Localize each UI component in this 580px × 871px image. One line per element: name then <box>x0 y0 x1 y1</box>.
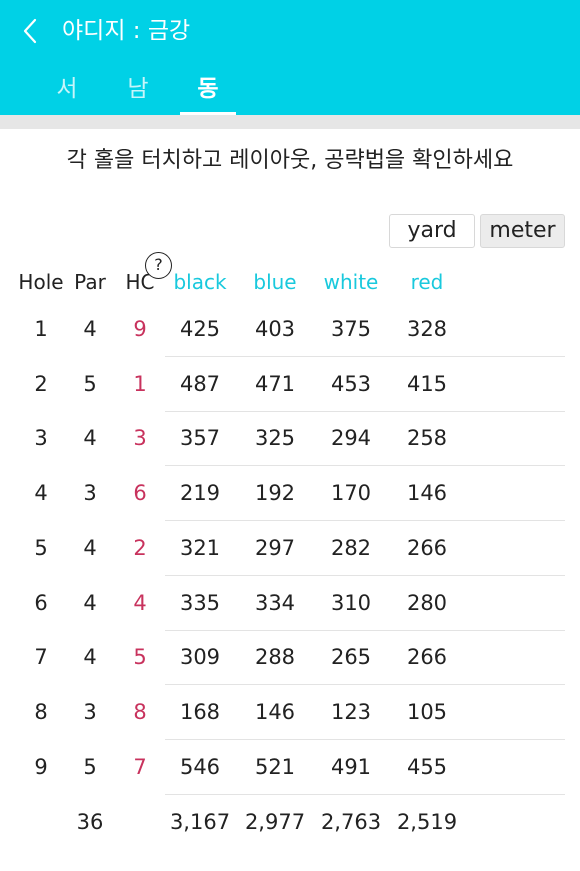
white-tee-distance: 310 <box>330 591 372 615</box>
handicap-value: 9 <box>133 317 147 341</box>
handicap-value: 2 <box>133 536 147 560</box>
hole-number: 9 <box>34 755 48 779</box>
total-red-distance: 2,519 <box>396 810 458 834</box>
white-tee-distance: 375 <box>330 317 372 341</box>
total-white-distance: 2,763 <box>320 810 382 834</box>
par-value: 3 <box>83 481 97 505</box>
table-row[interactable]: 1 4 9 425 403 375 328 <box>0 302 580 357</box>
table-row[interactable]: 6 4 4 335 334 310 280 <box>0 576 580 631</box>
hole-number: 8 <box>34 700 48 724</box>
black-tee-distance: 309 <box>179 645 221 669</box>
hole-number: 1 <box>34 317 48 341</box>
totals-row: 36 3,167 2,977 2,763 2,519 <box>0 794 580 850</box>
red-tee-distance: 266 <box>406 645 448 669</box>
column-header-par: Par <box>74 270 106 294</box>
par-value: 5 <box>83 372 97 396</box>
blue-tee-distance: 471 <box>254 372 296 396</box>
tab-east[interactable]: 동 <box>178 70 238 108</box>
blue-tee-distance: 297 <box>254 536 296 560</box>
red-tee-distance: 258 <box>406 426 448 450</box>
red-tee-distance: 266 <box>406 536 448 560</box>
blue-tee-distance: 146 <box>254 700 296 724</box>
black-tee-distance: 335 <box>179 591 221 615</box>
total-par: 36 <box>76 810 104 834</box>
hole-number: 6 <box>34 591 48 615</box>
table-row[interactable]: 9 5 7 546 521 491 455 <box>0 740 580 795</box>
table-row[interactable]: 4 3 6 219 192 170 146 <box>0 466 580 521</box>
column-header-red: red <box>410 270 444 294</box>
hole-number: 3 <box>34 426 48 450</box>
black-tee-distance: 487 <box>179 372 221 396</box>
black-tee-distance: 219 <box>179 481 221 505</box>
white-tee-distance: 265 <box>330 645 372 669</box>
handicap-value: 6 <box>133 481 147 505</box>
white-tee-distance: 453 <box>330 372 372 396</box>
app-header: 야디지 : 금강 서 남 동 <box>0 0 580 115</box>
instruction-text: 각 홀을 터치하고 레이아웃, 공략법을 확인하세요 <box>66 148 514 173</box>
table-row[interactable]: 7 4 5 309 288 265 266 <box>0 630 580 685</box>
table-row[interactable]: 2 5 1 487 471 453 415 <box>0 357 580 412</box>
white-tee-distance: 123 <box>330 700 372 724</box>
table-row[interactable]: 3 4 3 357 325 294 258 <box>0 411 580 466</box>
red-tee-distance: 280 <box>406 591 448 615</box>
handicap-value: 7 <box>133 755 147 779</box>
handicap-value: 4 <box>133 591 147 615</box>
par-value: 5 <box>83 755 97 779</box>
column-header-blue: blue <box>253 270 297 294</box>
blue-tee-distance: 521 <box>254 755 296 779</box>
page-title: 야디지 : 금강 <box>62 18 191 44</box>
par-value: 4 <box>83 317 97 341</box>
back-button[interactable] <box>14 14 48 48</box>
chevron-left-icon <box>23 18 37 44</box>
white-tee-distance: 294 <box>330 426 372 450</box>
total-black-distance: 3,167 <box>169 810 231 834</box>
table-row[interactable]: 8 3 8 168 146 123 105 <box>0 685 580 740</box>
blue-tee-distance: 288 <box>254 645 296 669</box>
handicap-value: 8 <box>133 700 147 724</box>
course-tabs: 서 남 동 <box>0 70 580 115</box>
column-header-black: black <box>173 270 227 294</box>
column-header-white: white <box>323 270 379 294</box>
red-tee-distance: 455 <box>406 755 448 779</box>
white-tee-distance: 170 <box>330 481 372 505</box>
black-tee-distance: 168 <box>179 700 221 724</box>
hole-number: 4 <box>34 481 48 505</box>
hole-number: 5 <box>34 536 48 560</box>
blue-tee-distance: 403 <box>254 317 296 341</box>
par-value: 4 <box>83 645 97 669</box>
white-tee-distance: 282 <box>330 536 372 560</box>
hole-number: 7 <box>34 645 48 669</box>
handicap-value: 1 <box>133 372 147 396</box>
blue-tee-distance: 192 <box>254 481 296 505</box>
handicap-value: 3 <box>133 426 147 450</box>
red-tee-distance: 328 <box>406 317 448 341</box>
par-value: 4 <box>83 536 97 560</box>
red-tee-distance: 415 <box>406 372 448 396</box>
black-tee-distance: 357 <box>179 426 221 450</box>
meter-button[interactable]: meter <box>480 214 565 248</box>
black-tee-distance: 321 <box>179 536 221 560</box>
handicap-value: 5 <box>133 645 147 669</box>
white-tee-distance: 491 <box>330 755 372 779</box>
header-divider <box>0 115 580 129</box>
blue-tee-distance: 334 <box>254 591 296 615</box>
par-value: 3 <box>83 700 97 724</box>
blue-tee-distance: 325 <box>254 426 296 450</box>
hole-number: 2 <box>34 372 48 396</box>
yard-button[interactable]: yard <box>389 214 475 248</box>
tab-west[interactable]: 서 <box>37 70 97 108</box>
table-row[interactable]: 5 4 2 321 297 282 266 <box>0 521 580 576</box>
tab-south[interactable]: 남 <box>108 70 168 108</box>
total-blue-distance: 2,977 <box>244 810 306 834</box>
par-value: 4 <box>83 426 97 450</box>
column-header-hole: Hole <box>18 270 64 294</box>
par-value: 4 <box>83 591 97 615</box>
black-tee-distance: 425 <box>179 317 221 341</box>
black-tee-distance: 546 <box>179 755 221 779</box>
red-tee-distance: 146 <box>406 481 448 505</box>
red-tee-distance: 105 <box>406 700 448 724</box>
